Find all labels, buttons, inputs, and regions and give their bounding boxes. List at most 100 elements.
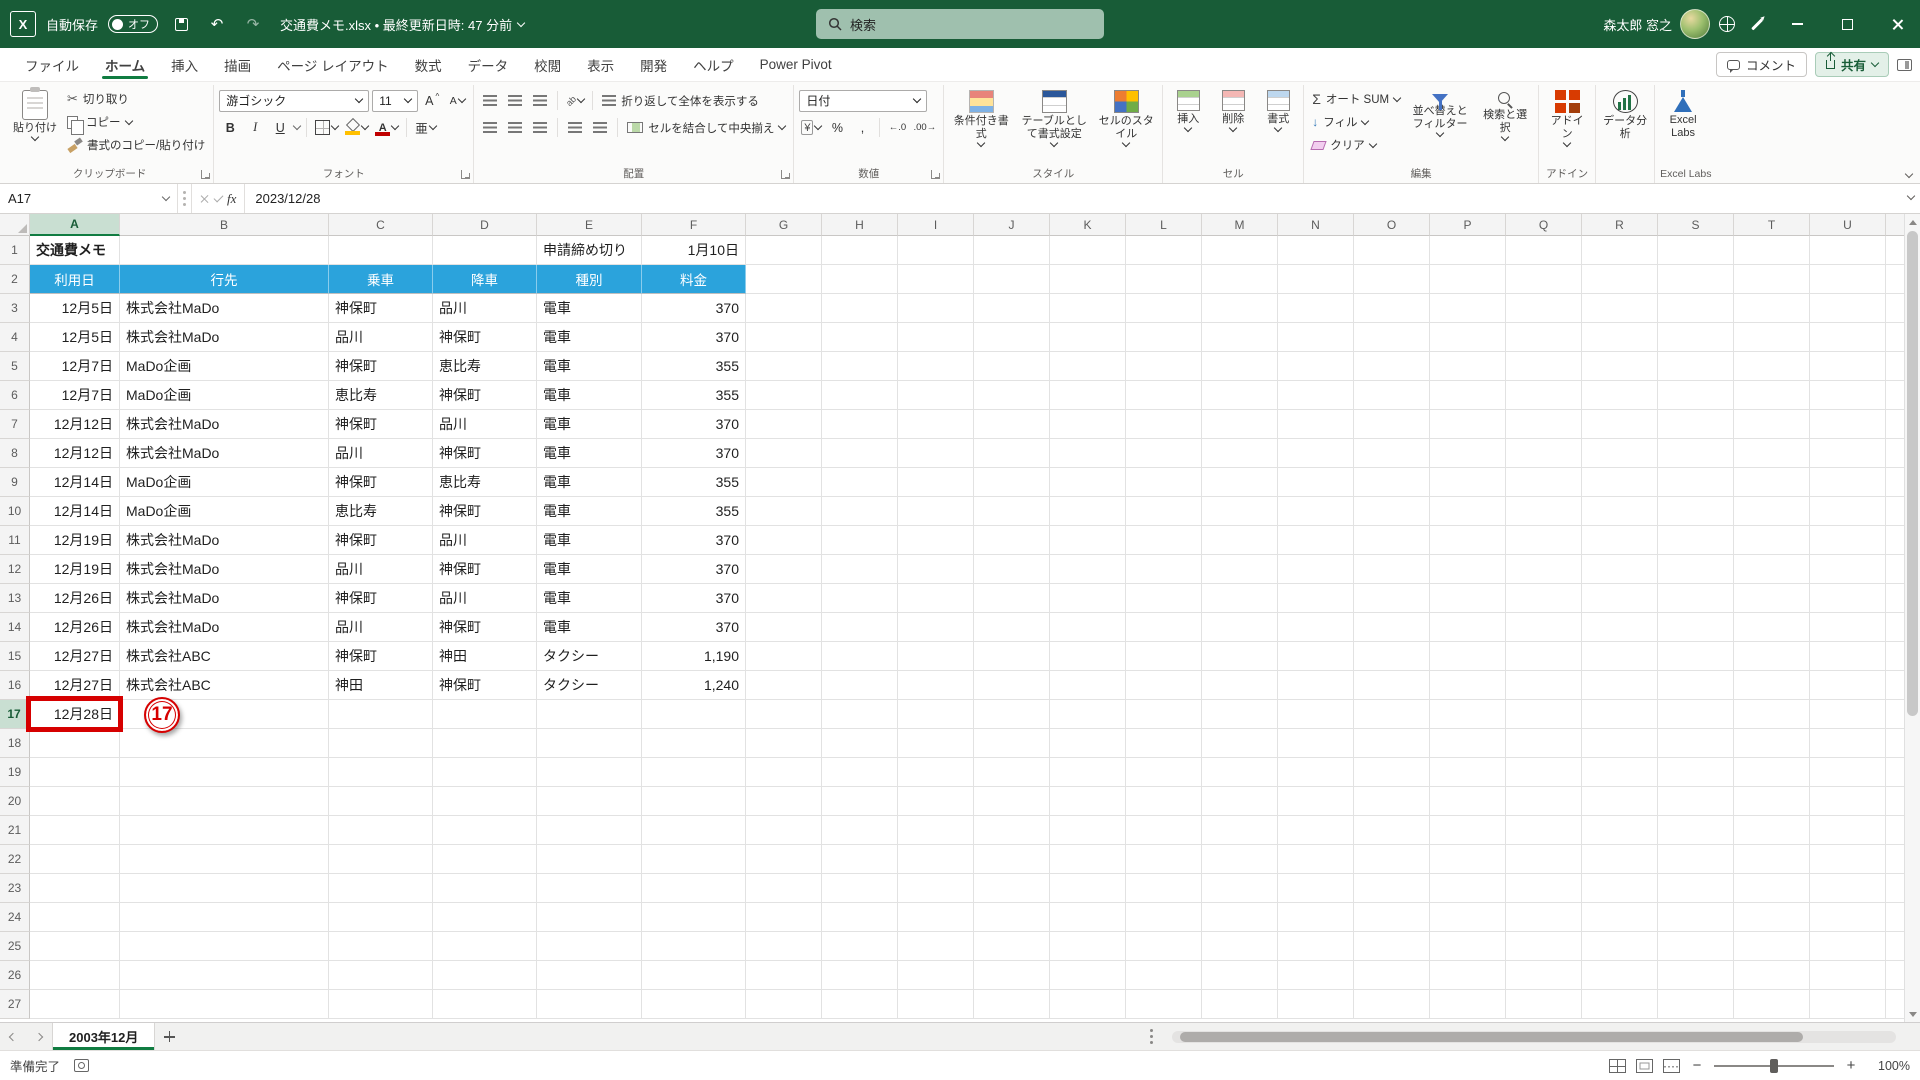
cell-U10[interactable] <box>1810 497 1886 526</box>
cell-Q15[interactable] <box>1506 642 1582 671</box>
cell-J19[interactable] <box>974 758 1050 787</box>
cell-C5[interactable]: 神保町 <box>329 352 433 381</box>
cell-O15[interactable] <box>1354 642 1430 671</box>
cell-G2[interactable] <box>746 265 822 294</box>
cell-S5[interactable] <box>1658 352 1734 381</box>
cell-O20[interactable] <box>1354 787 1430 816</box>
confirm-entry-icon[interactable] <box>213 192 224 202</box>
cell-B4[interactable]: 株式会社MaDo <box>120 323 329 352</box>
cell-I6[interactable] <box>898 381 974 410</box>
row-header-18[interactable]: 18 <box>0 729 30 758</box>
cell-G9[interactable] <box>746 468 822 497</box>
horizontal-scrollbar[interactable] <box>1172 1031 1896 1043</box>
cell-R6[interactable] <box>1582 381 1658 410</box>
row-header-12[interactable]: 12 <box>0 555 30 584</box>
sheet-next-icon[interactable] <box>26 1023 52 1050</box>
cell-M2[interactable] <box>1202 265 1278 294</box>
cell-A26[interactable] <box>30 961 120 990</box>
cell-S3[interactable] <box>1658 294 1734 323</box>
cell-N19[interactable] <box>1278 758 1354 787</box>
cell-K24[interactable] <box>1050 903 1126 932</box>
cell-E2[interactable]: 種別 <box>537 265 642 294</box>
cell-U2[interactable] <box>1810 265 1886 294</box>
cell-V8[interactable] <box>1886 439 1904 468</box>
cell-B23[interactable] <box>120 874 329 903</box>
cell-D9[interactable]: 恵比寿 <box>433 468 537 497</box>
cell-R11[interactable] <box>1582 526 1658 555</box>
cell-A22[interactable] <box>30 845 120 874</box>
cell-D5[interactable]: 恵比寿 <box>433 352 537 381</box>
cell-L26[interactable] <box>1126 961 1202 990</box>
cell-G1[interactable] <box>746 236 822 265</box>
cell-H6[interactable] <box>822 381 898 410</box>
row-header-24[interactable]: 24 <box>0 903 30 932</box>
cell-U26[interactable] <box>1810 961 1886 990</box>
column-header-R[interactable]: R <box>1582 214 1658 236</box>
cell-H13[interactable] <box>822 584 898 613</box>
row-header-20[interactable]: 20 <box>0 787 30 816</box>
cell-D4[interactable]: 神保町 <box>433 323 537 352</box>
cell-O25[interactable] <box>1354 932 1430 961</box>
cell-C27[interactable] <box>329 990 433 1019</box>
cell-A15[interactable]: 12月27日 <box>30 642 120 671</box>
cell-K1[interactable] <box>1050 236 1126 265</box>
cell-R15[interactable] <box>1582 642 1658 671</box>
cell-D22[interactable] <box>433 845 537 874</box>
addins-button[interactable]: アドイン <box>1544 88 1590 148</box>
cell-D15[interactable]: 神田 <box>433 642 537 671</box>
cell-P3[interactable] <box>1430 294 1506 323</box>
cell-N9[interactable] <box>1278 468 1354 497</box>
cell-V2[interactable] <box>1886 265 1904 294</box>
cell-J18[interactable] <box>974 729 1050 758</box>
cell-P13[interactable] <box>1430 584 1506 613</box>
cell-I7[interactable] <box>898 410 974 439</box>
cell-P8[interactable] <box>1430 439 1506 468</box>
cell-Q25[interactable] <box>1506 932 1582 961</box>
cell-F19[interactable] <box>642 758 746 787</box>
cell-N27[interactable] <box>1278 990 1354 1019</box>
cell-J3[interactable] <box>974 294 1050 323</box>
cell-H10[interactable] <box>822 497 898 526</box>
merge-center-button[interactable]: セルを結合して中央揃え <box>624 117 788 139</box>
cell-K27[interactable] <box>1050 990 1126 1019</box>
cell-L2[interactable] <box>1126 265 1202 294</box>
cell-P9[interactable] <box>1430 468 1506 497</box>
cell-T7[interactable] <box>1734 410 1810 439</box>
cell-H16[interactable] <box>822 671 898 700</box>
cell-M11[interactable] <box>1202 526 1278 555</box>
cell-V24[interactable] <box>1886 903 1904 932</box>
percent-format-button[interactable]: % <box>826 117 848 139</box>
cell-V19[interactable] <box>1886 758 1904 787</box>
cell-N2[interactable] <box>1278 265 1354 294</box>
cell-D26[interactable] <box>433 961 537 990</box>
row-header-1[interactable]: 1 <box>0 236 30 265</box>
dialog-launcher-icon[interactable] <box>201 170 211 179</box>
tab-view[interactable]: 表示 <box>574 48 627 81</box>
cell-E20[interactable] <box>537 787 642 816</box>
cell-P25[interactable] <box>1430 932 1506 961</box>
cell-N5[interactable] <box>1278 352 1354 381</box>
cell-V5[interactable] <box>1886 352 1904 381</box>
cell-K3[interactable] <box>1050 294 1126 323</box>
cell-I18[interactable] <box>898 729 974 758</box>
cell-U17[interactable] <box>1810 700 1886 729</box>
cell-T12[interactable] <box>1734 555 1810 584</box>
cell-E25[interactable] <box>537 932 642 961</box>
select-all-corner[interactable] <box>0 214 30 236</box>
cell-U18[interactable] <box>1810 729 1886 758</box>
cell-V10[interactable] <box>1886 497 1904 526</box>
cell-V17[interactable] <box>1886 700 1904 729</box>
cell-D24[interactable] <box>433 903 537 932</box>
cell-U6[interactable] <box>1810 381 1886 410</box>
cell-I19[interactable] <box>898 758 974 787</box>
cell-F27[interactable] <box>642 990 746 1019</box>
cell-J25[interactable] <box>974 932 1050 961</box>
cell-B16[interactable]: 株式会社ABC <box>120 671 329 700</box>
cell-R27[interactable] <box>1582 990 1658 1019</box>
cell-N16[interactable] <box>1278 671 1354 700</box>
cell-D14[interactable]: 神保町 <box>433 613 537 642</box>
cell-C7[interactable]: 神保町 <box>329 410 433 439</box>
cell-B25[interactable] <box>120 932 329 961</box>
cell-M25[interactable] <box>1202 932 1278 961</box>
cell-S7[interactable] <box>1658 410 1734 439</box>
